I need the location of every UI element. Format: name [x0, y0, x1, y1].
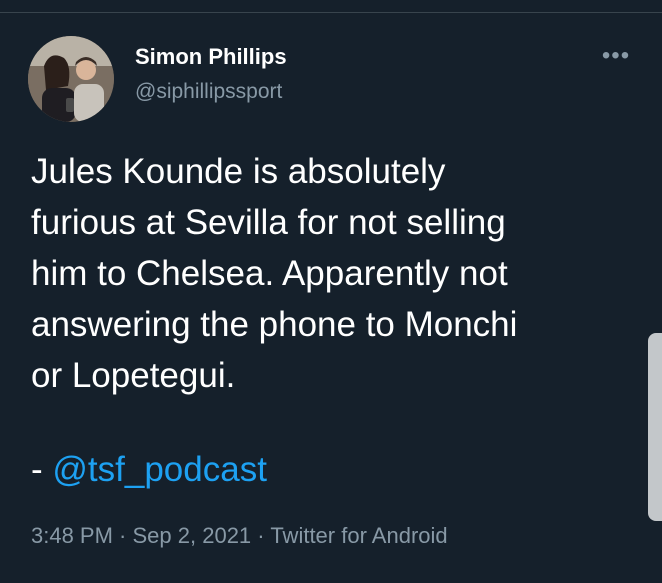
scrollbar[interactable] — [648, 333, 662, 521]
author-name[interactable]: Simon Phillips — [135, 43, 287, 71]
more-options-icon[interactable]: ••• — [598, 44, 634, 70]
tweet-text-line: him to Chelsea. Apparently not — [31, 254, 508, 293]
attribution-prefix: - — [31, 450, 53, 489]
avatar[interactable] — [28, 36, 114, 122]
tweet-time[interactable]: 3:48 PM — [31, 523, 113, 548]
tweet-date[interactable]: Sep 2, 2021 — [133, 523, 252, 548]
top-divider — [0, 12, 662, 13]
tweet-metadata: 3:48 PM · Sep 2, 2021 · Twitter for Andr… — [31, 521, 448, 551]
meta-separator: · — [112, 523, 133, 548]
tweet-text-line: answering the phone to Monchi — [31, 305, 518, 344]
tweet-source[interactable]: Twitter for Android — [270, 523, 447, 548]
tweet-text-line: or Lopetegui. — [31, 356, 236, 395]
mention-link[interactable]: @tsf_podcast — [52, 450, 267, 489]
author-handle[interactable]: @siphillipssport — [135, 79, 282, 105]
tweet-text: Jules Kounde is absolutely furious at Se… — [31, 146, 631, 401]
tweet-text-line: furious at Sevilla for not selling — [31, 203, 506, 242]
attribution: - @tsf_podcast — [31, 444, 267, 495]
meta-separator: · — [251, 523, 271, 548]
tweet-text-line: Jules Kounde is absolutely — [31, 152, 446, 191]
